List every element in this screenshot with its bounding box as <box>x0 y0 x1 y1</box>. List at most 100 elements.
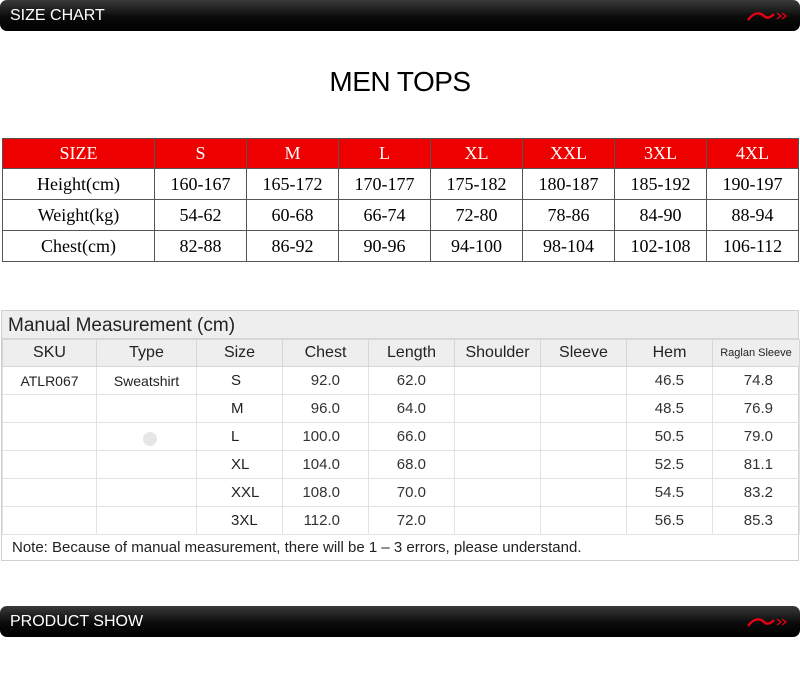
size-header-cell: 3XL <box>614 138 707 169</box>
banner-title: SIZE CHART <box>10 7 105 24</box>
col-header-size: Size <box>196 339 283 367</box>
shoulder-cell <box>454 506 541 535</box>
table-cell: 86-92 <box>246 230 339 262</box>
col-header-hem: Hem <box>626 339 713 367</box>
table-cell: 54-62 <box>154 199 247 231</box>
sleeve-cell <box>540 478 627 507</box>
type-cell <box>96 450 197 479</box>
shoulder-cell <box>454 478 541 507</box>
table-cell: 66-74 <box>338 199 431 231</box>
row-label: Weight(kg) <box>2 199 155 231</box>
product-show-banner: PRODUCT SHOW <box>0 606 800 637</box>
sku-cell <box>2 450 97 479</box>
sku-cell <box>2 506 97 535</box>
table-cell: 106-112 <box>706 230 799 262</box>
raglan-cell: 79.0 <box>712 422 800 451</box>
page-title: MEN TOPS <box>329 66 471 97</box>
chest-cell: 92.0 <box>282 366 369 395</box>
size-header-row: SIZE S M L XL XXL 3XL 4XL <box>2 138 799 169</box>
length-cell: 70.0 <box>368 478 455 507</box>
length-cell: 66.0 <box>368 422 455 451</box>
table-cell: 88-94 <box>706 199 799 231</box>
brand-logo-icon <box>747 12 788 21</box>
col-header-sleeve: Sleeve <box>540 339 627 367</box>
size-cell: L <box>196 422 283 451</box>
type-cell <box>96 394 197 423</box>
size-chart-banner: SIZE CHART <box>0 0 800 31</box>
table-row: Weight(kg) 54-62 60-68 66-74 72-80 78-86… <box>2 199 799 231</box>
manual-measurement-title: Manual Measurement (cm) <box>2 311 798 339</box>
shoulder-cell <box>454 422 541 451</box>
size-header-cell: S <box>154 138 247 169</box>
size-header-cell: SIZE <box>2 138 155 169</box>
sleeve-cell <box>540 394 627 423</box>
sleeve-cell <box>540 506 627 535</box>
raglan-cell: 81.1 <box>712 450 800 479</box>
table-cell: 60-68 <box>246 199 339 231</box>
raglan-cell: 76.9 <box>712 394 800 423</box>
chest-cell: 104.0 <box>282 450 369 479</box>
table-cell: 84-90 <box>614 199 707 231</box>
measurement-note: Note: Because of manual measurement, the… <box>12 539 582 556</box>
table-cell: 78-86 <box>522 199 615 231</box>
watermark-dot <box>143 432 157 446</box>
shoulder-cell <box>454 450 541 479</box>
table-cell: 185-192 <box>614 168 707 200</box>
size-header-cell: XL <box>430 138 523 169</box>
table-cell: 170-177 <box>338 168 431 200</box>
length-cell: 62.0 <box>368 366 455 395</box>
hem-cell: 54.5 <box>626 478 713 507</box>
row-label: Height(cm) <box>2 168 155 200</box>
table-row: M 96.0 64.0 48.5 76.9 <box>2 394 800 423</box>
table-cell: 90-96 <box>338 230 431 262</box>
row-label: Chest(cm) <box>2 230 155 262</box>
raglan-cell: 83.2 <box>712 478 800 507</box>
col-header-chest: Chest <box>282 339 369 367</box>
raglan-cell: 74.8 <box>712 366 800 395</box>
hem-cell: 50.5 <box>626 422 713 451</box>
table-cell: 94-100 <box>430 230 523 262</box>
size-header-cell: L <box>338 138 431 169</box>
type-cell: Sweatshirt <box>96 366 197 395</box>
hem-cell: 46.5 <box>626 366 713 395</box>
hem-cell: 48.5 <box>626 394 713 423</box>
table-row: L 100.0 66.0 50.5 79.0 <box>2 422 800 451</box>
sku-cell <box>2 478 97 507</box>
sku-cell: ATLR067 <box>2 366 97 395</box>
table-cell: 175-182 <box>430 168 523 200</box>
col-header-type: Type <box>96 339 197 367</box>
sleeve-cell <box>540 366 627 395</box>
size-header-cell: M <box>246 138 339 169</box>
size-header-cell: 4XL <box>706 138 799 169</box>
sku-cell <box>2 422 97 451</box>
length-cell: 72.0 <box>368 506 455 535</box>
table-row: XL 104.0 68.0 52.5 81.1 <box>2 450 800 479</box>
size-chart-table: SIZE S M L XL XXL 3XL 4XL Height(cm) 160… <box>2 138 799 262</box>
table-row: ATLR067 Sweatshirt S 92.0 62.0 46.5 74.8 <box>2 366 800 395</box>
brand-logo-icon <box>747 618 788 627</box>
banner-title: PRODUCT SHOW <box>10 613 144 630</box>
table-row: 3XL 112.0 72.0 56.5 85.3 <box>2 506 800 535</box>
length-cell: 68.0 <box>368 450 455 479</box>
table-cell: 180-187 <box>522 168 615 200</box>
col-header-length: Length <box>368 339 455 367</box>
col-header-raglan-sleeve: Raglan Sleeve <box>712 339 800 367</box>
table-row: Height(cm) 160-167 165-172 170-177 175-1… <box>2 168 799 200</box>
chest-cell: 112.0 <box>282 506 369 535</box>
type-cell <box>96 506 197 535</box>
chest-cell: 96.0 <box>282 394 369 423</box>
size-cell: XXL <box>196 478 283 507</box>
size-cell: S <box>196 366 283 395</box>
raglan-cell: 85.3 <box>712 506 800 535</box>
sleeve-cell <box>540 450 627 479</box>
hem-cell: 52.5 <box>626 450 713 479</box>
col-header-shoulder: Shoulder <box>454 339 541 367</box>
size-cell: XL <box>196 450 283 479</box>
manual-measurement-table: SKU Type Size Chest Length Shoulder Slee… <box>2 339 800 535</box>
size-header-cell: XXL <box>522 138 615 169</box>
table-cell: 82-88 <box>154 230 247 262</box>
length-cell: 64.0 <box>368 394 455 423</box>
size-cell: M <box>196 394 283 423</box>
sku-cell <box>2 394 97 423</box>
shoulder-cell <box>454 394 541 423</box>
